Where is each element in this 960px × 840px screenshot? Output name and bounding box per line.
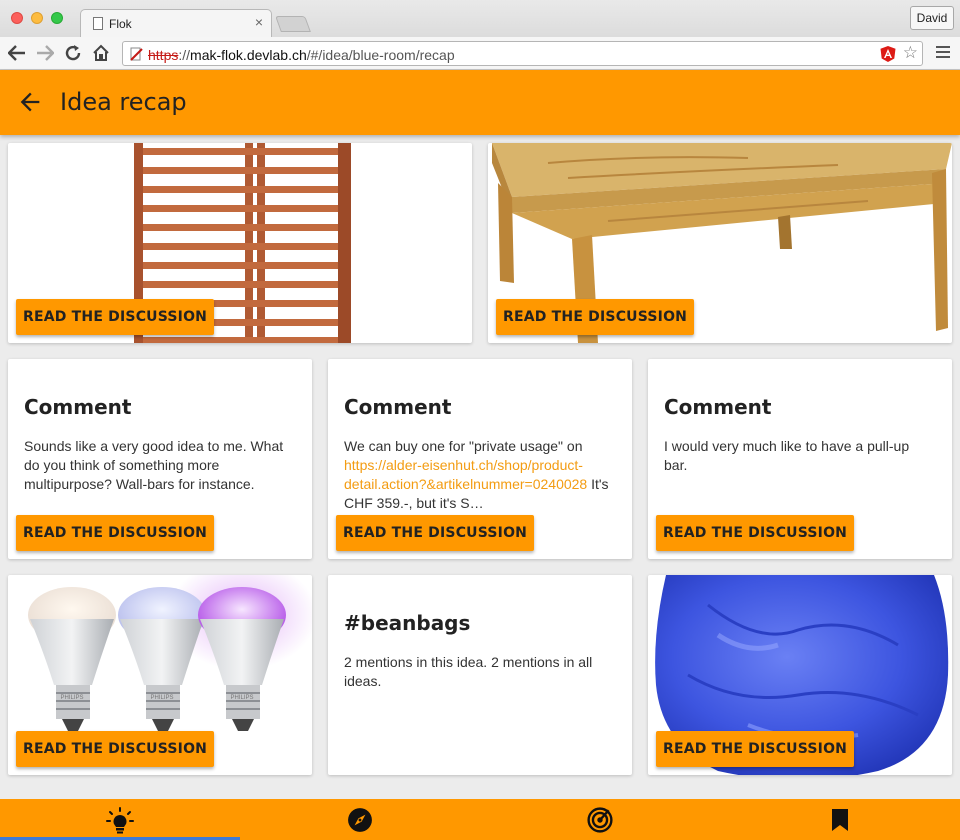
url-protocol: https — [148, 47, 179, 63]
comment-title: Comment — [664, 395, 772, 419]
arrow-back-icon[interactable] — [16, 88, 44, 116]
address-bar[interactable]: https://mak-flok.devlab.ch/#/idea/blue-r… — [122, 41, 923, 66]
comment-text: Sounds like a very good idea to me. What… — [24, 438, 284, 492]
hashtag-title: #beanbags — [344, 611, 471, 635]
app-bar: Idea recap — [0, 70, 960, 135]
compass-icon — [348, 807, 372, 832]
home-icon[interactable] — [90, 42, 112, 64]
forward-arrow-icon[interactable] — [34, 42, 56, 64]
bookmark-icon — [832, 808, 848, 831]
bulb-brand-label: PHILIPS — [60, 695, 83, 701]
nav-ideas-tab[interactable] — [0, 799, 240, 840]
comment-text: We can buy one for "private usage" on ht… — [344, 437, 616, 513]
bottom-navigation — [0, 799, 960, 840]
beanbag-card: READ THE DISCUSSION — [648, 575, 952, 775]
window-minimize-button[interactable] — [31, 12, 43, 24]
url-separator: :// — [178, 47, 191, 63]
window-close-button[interactable] — [11, 12, 23, 24]
hashtag-card: #beanbags 2 mentions in this idea. 2 men… — [328, 575, 632, 775]
smart-bulbs-card: PHILIPS PHILIPS PHILIPS READ THE DISCUSS… — [8, 575, 312, 775]
hashtag-text: 2 mentions in this idea. 2 mentions in a… — [344, 654, 593, 689]
tab-title: Flok — [109, 17, 132, 31]
bulb-brand-label: PHILIPS — [230, 695, 253, 701]
tab-close-icon[interactable]: × — [255, 14, 263, 30]
profile-button[interactable]: David — [910, 6, 954, 30]
back-arrow-icon[interactable] — [6, 42, 28, 64]
insecure-lock-icon — [130, 47, 143, 61]
comment-card: Comment Sounds like a very good idea to … — [8, 359, 312, 559]
read-discussion-button[interactable]: READ THE DISCUSSION — [496, 299, 695, 335]
read-discussion-button[interactable]: READ THE DISCUSSION — [336, 515, 535, 551]
read-discussion-button[interactable]: READ THE DISCUSSION — [656, 515, 855, 551]
new-tab-button[interactable] — [275, 16, 311, 32]
comment-card: Comment We can buy one for "private usag… — [328, 359, 632, 559]
bookmark-star-icon[interactable]: ☆ — [903, 44, 918, 62]
lightbulb-icon — [106, 806, 134, 833]
browser-toolbar: https://mak-flok.devlab.ch/#/idea/blue-r… — [0, 37, 960, 70]
read-discussion-button[interactable]: READ THE DISCUSSION — [656, 731, 855, 767]
nav-explore-tab[interactable] — [240, 799, 480, 840]
read-discussion-button[interactable]: READ THE DISCUSSION — [16, 731, 215, 767]
angular-extension-icon[interactable] — [880, 46, 896, 62]
browser-menu-icon[interactable] — [936, 46, 950, 60]
url-text: https://mak-flok.devlab.ch/#/idea/blue-r… — [148, 47, 455, 63]
reload-icon[interactable] — [62, 42, 84, 64]
radar-icon — [587, 806, 613, 833]
nav-activity-tab[interactable] — [480, 799, 720, 840]
page-icon — [93, 17, 103, 30]
browser-titlebar: Flok × David — [0, 0, 960, 38]
comment-title: Comment — [344, 395, 452, 419]
page-title: Idea recap — [60, 88, 187, 116]
comment-card: Comment I would very much like to have a… — [648, 359, 952, 559]
comment-text-start: We can buy one for "private usage" on — [344, 438, 583, 454]
bulb-brand-label: PHILIPS — [150, 695, 173, 701]
window-maximize-button[interactable] — [51, 12, 63, 24]
url-host: mak-flok.devlab.ch — [190, 47, 307, 63]
comment-title: Comment — [24, 395, 132, 419]
wall-bars-card: READ THE DISCUSSION — [8, 143, 472, 343]
product-link[interactable]: https://alder-eisenhut.ch/shop/product-d… — [344, 457, 587, 492]
read-discussion-button[interactable]: READ THE DISCUSSION — [16, 299, 215, 335]
comment-text: I would very much like to have a pull-up… — [664, 438, 910, 473]
nav-bookmarks-tab[interactable] — [720, 799, 960, 840]
read-discussion-button[interactable]: READ THE DISCUSSION — [16, 515, 215, 551]
table-card: READ THE DISCUSSION — [488, 143, 952, 343]
browser-tab[interactable]: Flok × — [80, 9, 272, 38]
url-path: /#/idea/blue-room/recap — [306, 47, 455, 63]
